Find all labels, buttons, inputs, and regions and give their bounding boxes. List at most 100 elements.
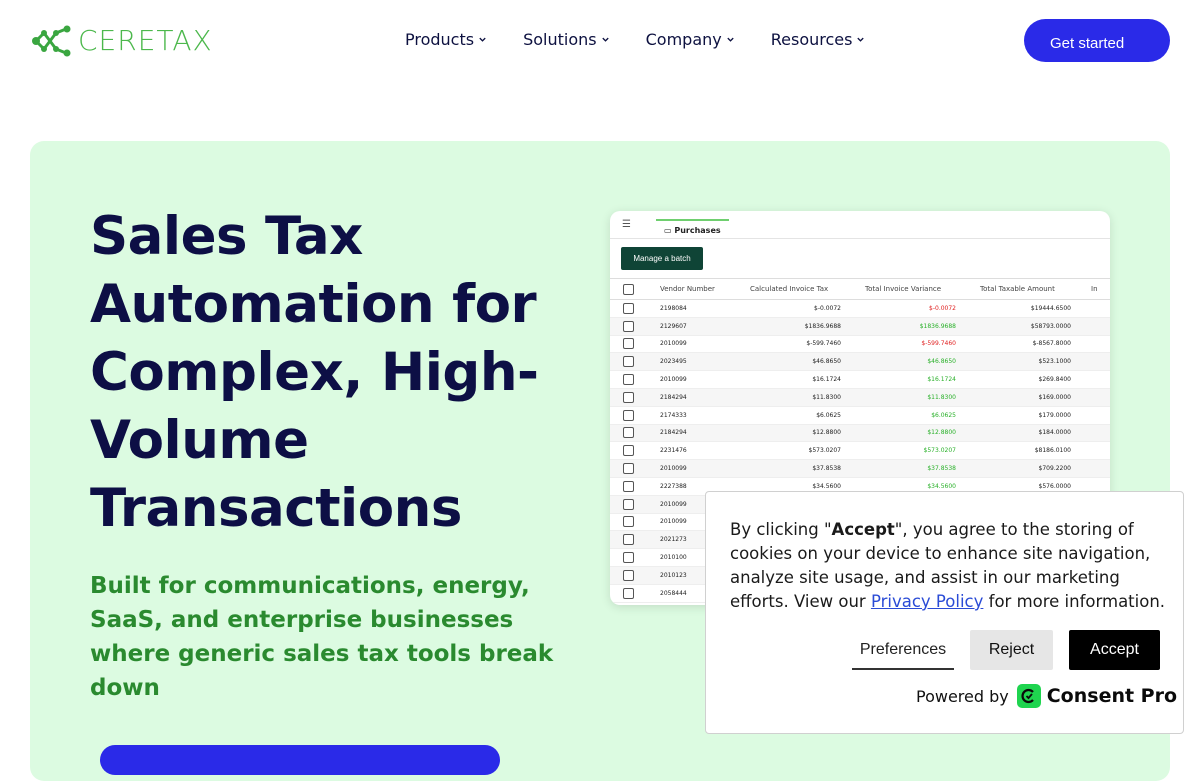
total-invoice-variance: $1836.9688 [919,322,956,330]
row-select-cell [610,552,646,564]
table-row: 2129607 $1836.9688 $1836.9688 $58793.0000 [610,317,1110,336]
table-row: 2023495 $46.8650 $46.8650 $523.1000 [610,353,1110,372]
calculated-invoice-tax: $11.8300 [812,393,841,401]
nav-products[interactable]: Products [405,30,487,49]
total-invoice-variance: $11.8300 [927,393,956,401]
hero-subtitle: Built for communications, energy, SaaS, … [90,573,554,701]
calculated-invoice-tax: $6.0625 [816,411,841,419]
row-select-cell [610,356,646,368]
row-checkbox [622,480,634,492]
powered-by-label: Powered by [916,686,1009,706]
consent-pro-icon [1016,684,1041,708]
row-select-cell [610,569,646,581]
calculated-invoice-tax: $16.1724 [812,376,841,384]
row-select-cell [610,445,646,457]
logo-mark-icon [32,25,71,56]
table-row: 2231476 $573.0207 $573.0207 $8186.0100 [610,442,1110,461]
column-header: In [1091,285,1098,293]
total-invoice-variance: $-0.0072 [929,304,956,312]
row-checkbox [622,356,634,368]
total-taxable-amount: $8186.0100 [1034,447,1071,455]
row-checkbox [622,498,634,510]
row-checkbox [622,409,634,421]
select-all-cell [610,283,646,295]
row-checkbox [622,587,634,599]
row-checkbox [622,445,634,457]
privacy-policy-link[interactable]: Privacy Policy [871,592,983,611]
table-row: 2184294 $11.8300 $11.8300 $169.0000 [610,388,1110,407]
vendor-number: 2010099 [660,465,687,473]
chevron-down-icon [857,37,865,42]
table-row: 2174333 $6.0625 $6.0625 $179.0000 [610,407,1110,425]
column-header: Vendor Number [660,285,715,293]
calculated-invoice-tax: $-599.7460 [806,340,841,348]
column-header: Total Invoice Variance [865,285,942,293]
calculated-invoice-tax: $12.8800 [812,429,841,437]
vendor-number: 2129607 [660,322,687,330]
logo-text: CERETAX [78,24,213,57]
chevron-down-icon [479,37,486,42]
vendor-number: 2227388 [660,482,687,490]
row-checkbox [622,374,634,386]
vendor-number: 2023495 [660,358,687,366]
vendor-number: 2184294 [660,393,687,401]
row-select-cell [610,516,646,528]
calculated-invoice-tax: $-0.0072 [814,304,841,312]
main-nav: Products Solutions Company Resources [405,30,901,49]
calculated-invoice-tax: $34.5600 [812,482,841,490]
hero-title: Sales Tax Automation for Complex, High-V… [90,206,539,539]
nav-resources-label: Resources [770,30,853,49]
manage-batch-button: Manage a batch [621,247,703,270]
select-all-checkbox [622,283,634,295]
chevron-down-icon [601,37,609,42]
accept-button[interactable]: Accept [1069,630,1160,670]
row-select-cell [610,409,646,421]
nav-resources[interactable]: Resources [771,30,866,49]
total-invoice-variance: $6.0625 [931,411,956,419]
row-checkbox [622,463,634,475]
reject-button[interactable]: Reject [970,630,1053,670]
get-started-button[interactable]: Get started [1024,19,1170,62]
row-select-cell [610,480,646,492]
row-select-cell [610,587,646,599]
calculated-invoice-tax: $573.0207 [808,447,841,455]
tab-purchases-label: Purchases [674,226,721,235]
cookie-consent-banner: By clicking "Accept", you agree to the s… [705,491,1184,734]
total-invoice-variance: $12.8800 [927,429,956,437]
table-row: 2010099 $16.1724 $16.1724 $269.8400 [610,371,1110,389]
total-taxable-amount: $269.8400 [1038,376,1071,384]
vendor-number: 2010099 [660,340,687,348]
total-taxable-amount: $19444.6500 [1030,304,1071,312]
site-header: CERETAX Products Solutions Company Resou… [0,0,1200,82]
cookie-text-end: for more information. [983,592,1166,611]
total-taxable-amount: $709.2200 [1038,465,1071,473]
tab-purchases: ▭ Purchases [656,219,729,239]
table-row: 2010099 $37.8538 $37.8538 $709.2200 [610,460,1110,478]
total-invoice-variance: $16.1724 [927,376,956,384]
nav-company[interactable]: Company [646,30,735,49]
vendor-number: 2184294 [660,429,687,437]
table-row: 2010099 $-599.7460 $-599.7460 $-8567.8000 [610,336,1110,354]
cookie-text-bold: Accept [831,520,895,539]
total-taxable-amount: $576.0000 [1038,482,1071,490]
nav-solutions[interactable]: Solutions [523,30,610,49]
row-select-cell [610,338,646,350]
cookie-text-before: By clicking " [730,520,832,539]
row-select-cell [610,498,646,510]
nav-company-label: Company [645,30,722,49]
total-invoice-variance: $573.0207 [923,447,956,455]
row-select-cell [610,427,646,439]
total-invoice-variance: $-599.7460 [921,340,956,348]
powered-by: Powered by Consent Pro [916,684,1177,708]
total-taxable-amount: $523.1000 [1038,358,1071,366]
row-checkbox [622,552,634,564]
vendor-number: 2231476 [660,447,687,455]
table-header: Vendor Number Calculated Invoice Tax Tot… [610,278,1110,300]
row-checkbox [622,516,634,528]
vendor-number: 2198084 [660,304,687,312]
chevron-down-icon [727,37,734,42]
vendor-number: 2174333 [660,411,687,419]
ceretax-logo[interactable]: CERETAX [30,24,213,57]
preferences-button[interactable]: Preferences [852,632,954,670]
total-invoice-variance: $34.5600 [927,482,956,490]
